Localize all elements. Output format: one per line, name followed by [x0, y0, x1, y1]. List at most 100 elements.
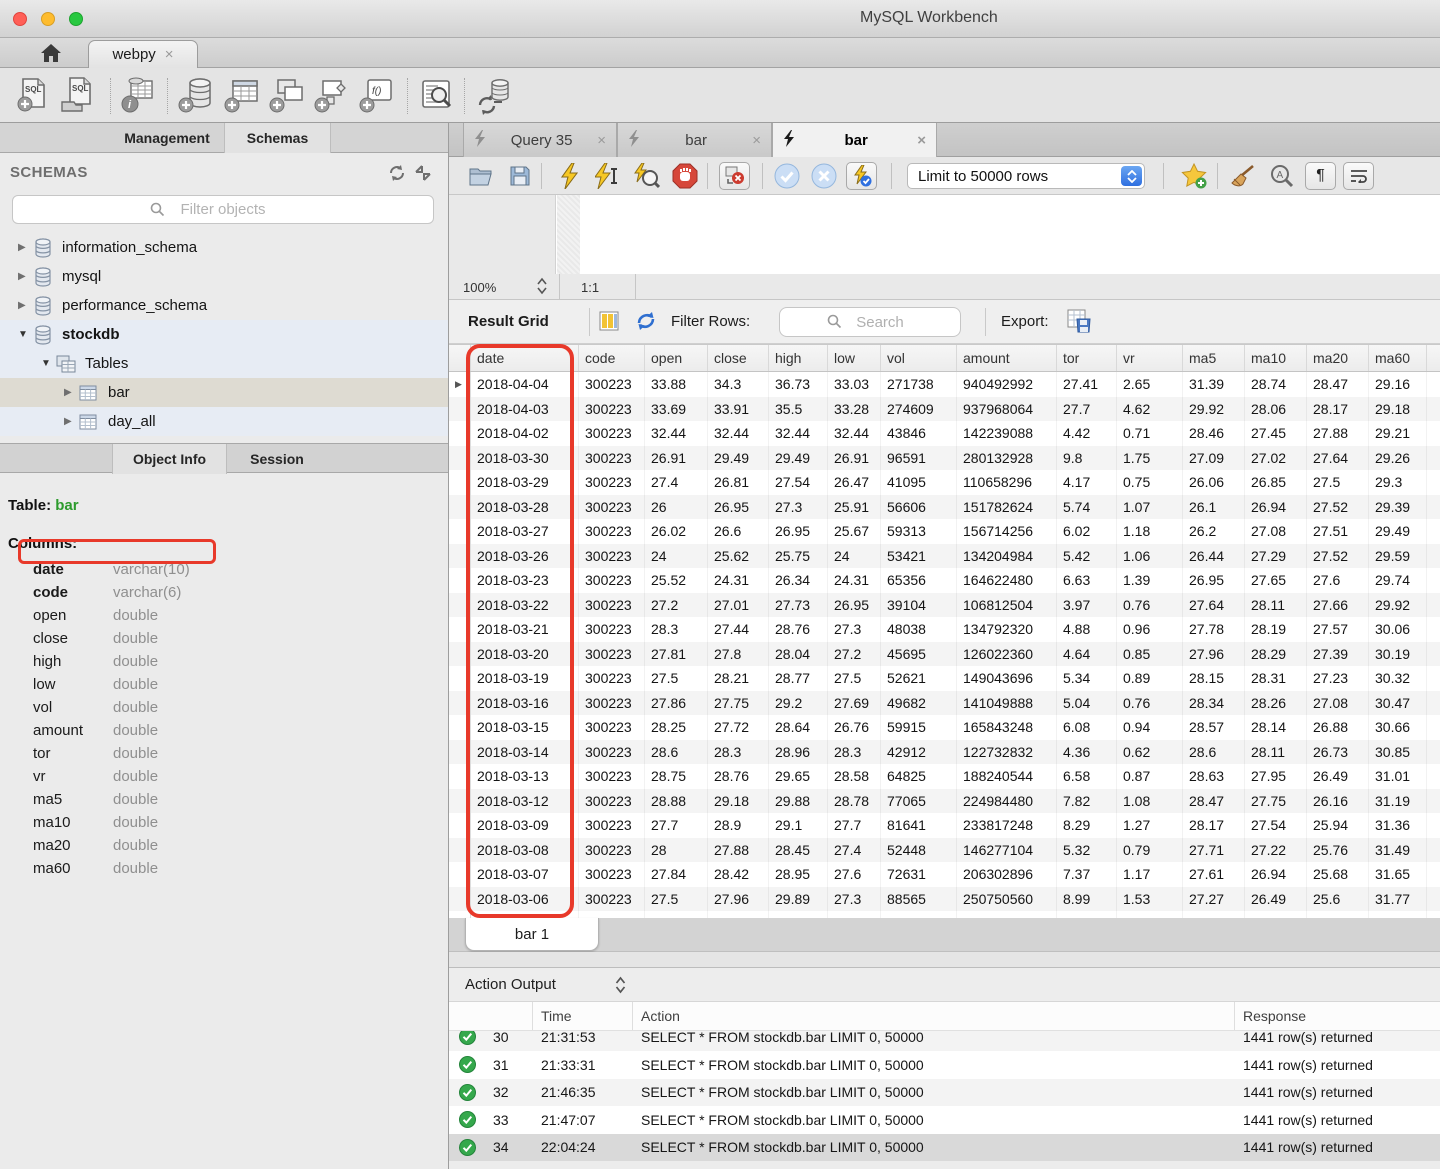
grid-row[interactable]: 2018-03-1330022328.7528.7629.6528.586482… [449, 764, 1440, 789]
grid-cell[interactable]: 2.65 [1117, 372, 1183, 397]
grid-cell[interactable]: 45695 [881, 642, 957, 667]
grid-cell[interactable]: 1.53 [1117, 887, 1183, 912]
expand-arrow-icon[interactable]: ▶ [64, 416, 78, 427]
grid-cell[interactable]: 8.29 [1057, 813, 1117, 838]
grid-column-header-ma10[interactable]: ma10 [1245, 345, 1307, 371]
sidebar-divider[interactable] [448, 123, 449, 1169]
grid-cell[interactable]: 300223 [579, 397, 645, 422]
grid-cell[interactable]: 1.17 [1117, 862, 1183, 887]
grid-column-header-close[interactable]: close [708, 345, 769, 371]
grid-cell[interactable]: 27.66 [1307, 593, 1369, 618]
open-sql-file-button[interactable]: SQL [57, 74, 99, 116]
grid-cell[interactable]: 27.52 [1307, 544, 1369, 569]
grid-cell[interactable]: 41095 [881, 470, 957, 495]
grid-column-header-tor[interactable]: tor [1057, 345, 1117, 371]
grid-cell[interactable]: 29.92 [1369, 593, 1427, 618]
grid-cell[interactable]: 64825 [881, 764, 957, 789]
grid-row[interactable]: 2018-03-083002232827.8828.4527.452448146… [449, 838, 1440, 863]
grid-cell[interactable]: 206302896 [957, 862, 1057, 887]
grid-cell[interactable]: 280132928 [957, 446, 1057, 471]
grid-cell[interactable]: 27.73 [769, 593, 828, 618]
expand-arrow-icon[interactable]: ▶ [18, 300, 32, 311]
refresh-grid-icon[interactable] [635, 311, 657, 336]
sql-editor[interactable]: 1 SELECT * FROM stockdb.bar; [449, 195, 1440, 274]
grid-cell[interactable]: 25.91 [828, 495, 881, 520]
grid-cell[interactable]: 26 [645, 495, 708, 520]
grid-cell[interactable]: 42912 [881, 740, 957, 765]
home-tab[interactable] [38, 41, 64, 65]
grid-row[interactable]: 2018-03-1930022327.528.2128.7727.5526211… [449, 666, 1440, 691]
grid-cell[interactable]: 27.69 [828, 691, 881, 716]
minimize-window-button[interactable] [41, 12, 55, 26]
grid-cell[interactable]: 26.16 [1307, 789, 1369, 814]
grid-cell[interactable]: 156714256 [957, 519, 1057, 544]
grid-cell[interactable]: 27.23 [1307, 666, 1369, 691]
grid-cell[interactable]: 27.7 [828, 813, 881, 838]
grid-cell[interactable]: 33.69 [645, 397, 708, 422]
save-script-button[interactable] [503, 161, 537, 191]
grid-cell[interactable]: 29.2 [769, 691, 828, 716]
grid-cell[interactable]: 2018-03-19 [471, 666, 579, 691]
grid-cell[interactable]: 4.64 [1057, 642, 1117, 667]
grid-cell[interactable]: 28.3 [828, 740, 881, 765]
grid-cell[interactable]: 27.02 [1245, 446, 1307, 471]
grid-cell[interactable]: 28.17 [1183, 813, 1245, 838]
grid-cell[interactable]: 26.94 [1245, 862, 1307, 887]
grid-cell[interactable]: 300223 [579, 593, 645, 618]
row-marker-cell[interactable] [449, 764, 471, 789]
grid-row[interactable]: 2018-03-2930022327.426.8127.5426.4741095… [449, 470, 1440, 495]
create-function-button[interactable]: f() [355, 74, 397, 116]
grid-cell[interactable]: 24.31 [828, 568, 881, 593]
grid-cell[interactable]: 28 [645, 838, 708, 863]
grid-cell[interactable]: 142239088 [957, 421, 1057, 446]
grid-cell[interactable]: 300223 [579, 617, 645, 642]
grid-cell[interactable]: 5.04 [1057, 691, 1117, 716]
grid-cell[interactable]: 32.44 [828, 421, 881, 446]
grid-cell[interactable]: 27.2 [828, 642, 881, 667]
grid-cell[interactable]: 26.15 [1245, 911, 1307, 918]
grid-cell[interactable]: 2018-03-09 [471, 813, 579, 838]
grid-cell[interactable]: 30.06 [1369, 617, 1427, 642]
grid-cell[interactable]: 32.44 [708, 421, 769, 446]
zoom-stepper-icon[interactable] [537, 277, 547, 298]
grid-cell[interactable]: 1.08 [1117, 789, 1183, 814]
action-output-row-34[interactable]: 3422:04:24SELECT * FROM stockdb.bar LIMI… [449, 1134, 1440, 1162]
grid-cell[interactable]: 2018-04-04 [471, 372, 579, 397]
grid-cell[interactable]: 274609 [881, 397, 957, 422]
grid-cell[interactable]: 27.39 [708, 911, 769, 918]
grid-cell[interactable]: 26.49 [1307, 764, 1369, 789]
grid-cell[interactable]: 27.5 [645, 666, 708, 691]
grid-cell[interactable]: 81641 [881, 813, 957, 838]
grid-cell[interactable]: 27.3 [828, 617, 881, 642]
grid-cell[interactable]: 300223 [579, 372, 645, 397]
grid-cell[interactable]: 28.17 [1307, 397, 1369, 422]
tree-item-day_all[interactable]: ▶day_all [0, 407, 448, 436]
grid-cell[interactable]: 4.88 [1057, 617, 1117, 642]
grid-cell[interactable]: 53421 [881, 544, 957, 569]
create-table-button[interactable] [220, 74, 262, 116]
grid-cell[interactable]: 6.02 [1057, 519, 1117, 544]
grid-cell[interactable]: 9.8 [1057, 446, 1117, 471]
grid-column-header-low[interactable]: low [828, 345, 881, 371]
grid-cell[interactable]: 25.94 [1307, 813, 1369, 838]
grid-cell[interactable]: 26.91 [828, 446, 881, 471]
grid-cell[interactable]: 27.52 [1307, 495, 1369, 520]
grid-cell[interactable]: 2018-03-30 [471, 446, 579, 471]
connection-tab-webpy[interactable]: webpy × [88, 40, 198, 68]
grid-cell[interactable]: 28.76 [708, 764, 769, 789]
grid-cell[interactable]: 940492992 [957, 372, 1057, 397]
grid-row[interactable]: 2018-03-2130022328.327.4428.7627.3480381… [449, 617, 1440, 642]
schema-inspector-button[interactable]: i [116, 74, 158, 116]
grid-row[interactable]: 2018-04-0330022333.6933.9135.533.2827460… [449, 397, 1440, 422]
grid-cell[interactable]: 56606 [881, 495, 957, 520]
grid-cell[interactable]: 6.08 [1057, 715, 1117, 740]
close-window-button[interactable] [13, 12, 27, 26]
grid-cell[interactable]: 3.97 [1057, 593, 1117, 618]
grid-cell[interactable]: 168932144 [957, 911, 1057, 918]
grid-cell[interactable]: 36.73 [769, 372, 828, 397]
grid-cell[interactable]: 149043696 [957, 666, 1057, 691]
row-marker-cell[interactable]: ▶ [449, 372, 471, 397]
find-button[interactable]: A [1265, 161, 1299, 191]
grid-cell[interactable]: 32.44 [645, 421, 708, 446]
grid-cell[interactable]: 25.67 [828, 519, 881, 544]
